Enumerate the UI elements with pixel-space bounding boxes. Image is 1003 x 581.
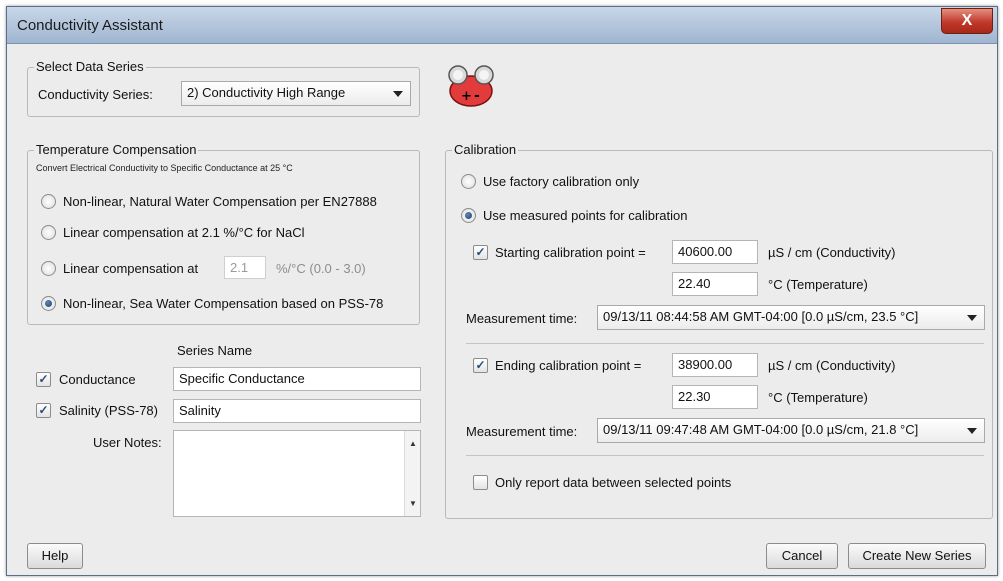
start-measurement-time-dropdown[interactable]: 09/13/11 08:44:58 AM GMT-04:00 [0.0 µS/c… — [597, 305, 985, 330]
starting-point-label: Starting calibration point = — [495, 245, 646, 260]
start-measurement-time-value: 09/13/11 08:44:58 AM GMT-04:00 [0.0 µS/c… — [603, 309, 919, 324]
starting-point-checkbox[interactable]: ✓ — [473, 245, 488, 260]
notes-scrollbar[interactable]: ▲ ▼ — [404, 431, 420, 516]
select-series-group: Select Data Series Conductivity Series: … — [27, 59, 420, 117]
user-notes-textarea[interactable]: ▲ ▼ — [173, 430, 421, 517]
close-button[interactable]: X — [941, 8, 993, 34]
linear-compensation-unit: %/°C (0.0 - 3.0) — [276, 261, 366, 276]
compensation-description: Convert Electrical Conductivity to Speci… — [36, 163, 293, 173]
select-series-title: Select Data Series — [34, 59, 146, 75]
svg-text:+: + — [461, 89, 472, 104]
chevron-down-icon — [967, 315, 977, 321]
temperature-compensation-group: Temperature Compensation Convert Electri… — [27, 142, 420, 325]
end-measurement-time-dropdown[interactable]: 09/13/11 09:47:48 AM GMT-04:00 [0.0 µS/c… — [597, 418, 985, 443]
radio-linear-custom[interactable] — [41, 261, 56, 276]
only-report-label: Only report data between selected points — [495, 475, 732, 490]
svg-text:-: - — [474, 88, 480, 104]
chevron-down-icon — [967, 428, 977, 434]
radio-natural-water-label: Non-linear, Natural Water Compensation p… — [63, 194, 377, 209]
only-report-checkbox[interactable] — [473, 475, 488, 490]
ending-conductivity-input[interactable]: 38900.00 — [672, 353, 758, 377]
series-name-header: Series Name — [177, 343, 253, 358]
divider — [466, 455, 984, 456]
radio-linear-nacl[interactable] — [41, 225, 56, 240]
scroll-down-icon[interactable]: ▼ — [409, 499, 417, 508]
start-measurement-time-label: Measurement time: — [466, 311, 578, 326]
create-new-series-button[interactable]: Create New Series — [848, 543, 986, 569]
salinity-label: Salinity (PSS-78) — [59, 403, 158, 418]
radio-linear-nacl-label: Linear compensation at 2.1 %/°C for NaCl — [63, 225, 305, 240]
ending-temperature-input[interactable]: 22.30 — [672, 385, 758, 409]
starting-conductivity-unit: µS / cm (Conductivity) — [768, 245, 896, 260]
chevron-down-icon — [393, 91, 403, 97]
salinity-checkbox[interactable]: ✓ — [36, 403, 51, 418]
user-notes-label: User Notes: — [93, 435, 162, 450]
calibration-title: Calibration — [452, 142, 519, 158]
ending-temperature-unit: °C (Temperature) — [768, 390, 868, 405]
starting-temperature-input[interactable]: 22.40 — [672, 272, 758, 296]
window-title: Conductivity Assistant — [17, 17, 163, 34]
radio-natural-water[interactable] — [41, 194, 56, 209]
conductance-checkbox[interactable]: ✓ — [36, 372, 51, 387]
starting-temperature-unit: °C (Temperature) — [768, 277, 868, 292]
end-measurement-time-value: 09/13/11 09:47:48 AM GMT-04:00 [0.0 µS/c… — [603, 422, 919, 437]
cancel-button[interactable]: Cancel — [766, 543, 838, 569]
dialog-window: Conductivity Assistant X Select Data Ser… — [6, 6, 998, 576]
title-bar: Conductivity Assistant X — [7, 7, 997, 44]
calibration-group: Calibration Use factory calibration only… — [445, 142, 993, 519]
conductivity-sensor-icon: + - — [447, 64, 495, 108]
radio-linear-custom-label: Linear compensation at — [63, 261, 199, 276]
radio-sea-water-label: Non-linear, Sea Water Compensation based… — [63, 296, 384, 311]
linear-compensation-input[interactable]: 2.1 — [224, 256, 266, 279]
conductance-label: Conductance — [59, 372, 136, 387]
ending-point-label: Ending calibration point = — [495, 358, 642, 373]
conductance-name-input[interactable]: Specific Conductance — [173, 367, 421, 391]
end-measurement-time-label: Measurement time: — [466, 424, 578, 439]
conductivity-series-label: Conductivity Series: — [38, 87, 153, 102]
conductivity-series-dropdown[interactable]: 2) Conductivity High Range — [181, 81, 411, 106]
radio-measured-calibration[interactable] — [461, 208, 476, 223]
starting-conductivity-input[interactable]: 40600.00 — [672, 240, 758, 264]
radio-sea-water[interactable] — [41, 296, 56, 311]
divider — [466, 343, 984, 344]
scroll-up-icon[interactable]: ▲ — [409, 439, 417, 448]
ending-conductivity-unit: µS / cm (Conductivity) — [768, 358, 896, 373]
salinity-name-input[interactable]: Salinity — [173, 399, 421, 423]
radio-factory-calibration[interactable] — [461, 174, 476, 189]
radio-factory-calibration-label: Use factory calibration only — [483, 174, 640, 189]
temperature-compensation-title: Temperature Compensation — [34, 142, 199, 158]
ending-point-checkbox[interactable]: ✓ — [473, 358, 488, 373]
help-button[interactable]: Help — [27, 543, 83, 569]
radio-measured-calibration-label: Use measured points for calibration — [483, 208, 688, 223]
conductivity-series-value: 2) Conductivity High Range — [187, 85, 346, 100]
